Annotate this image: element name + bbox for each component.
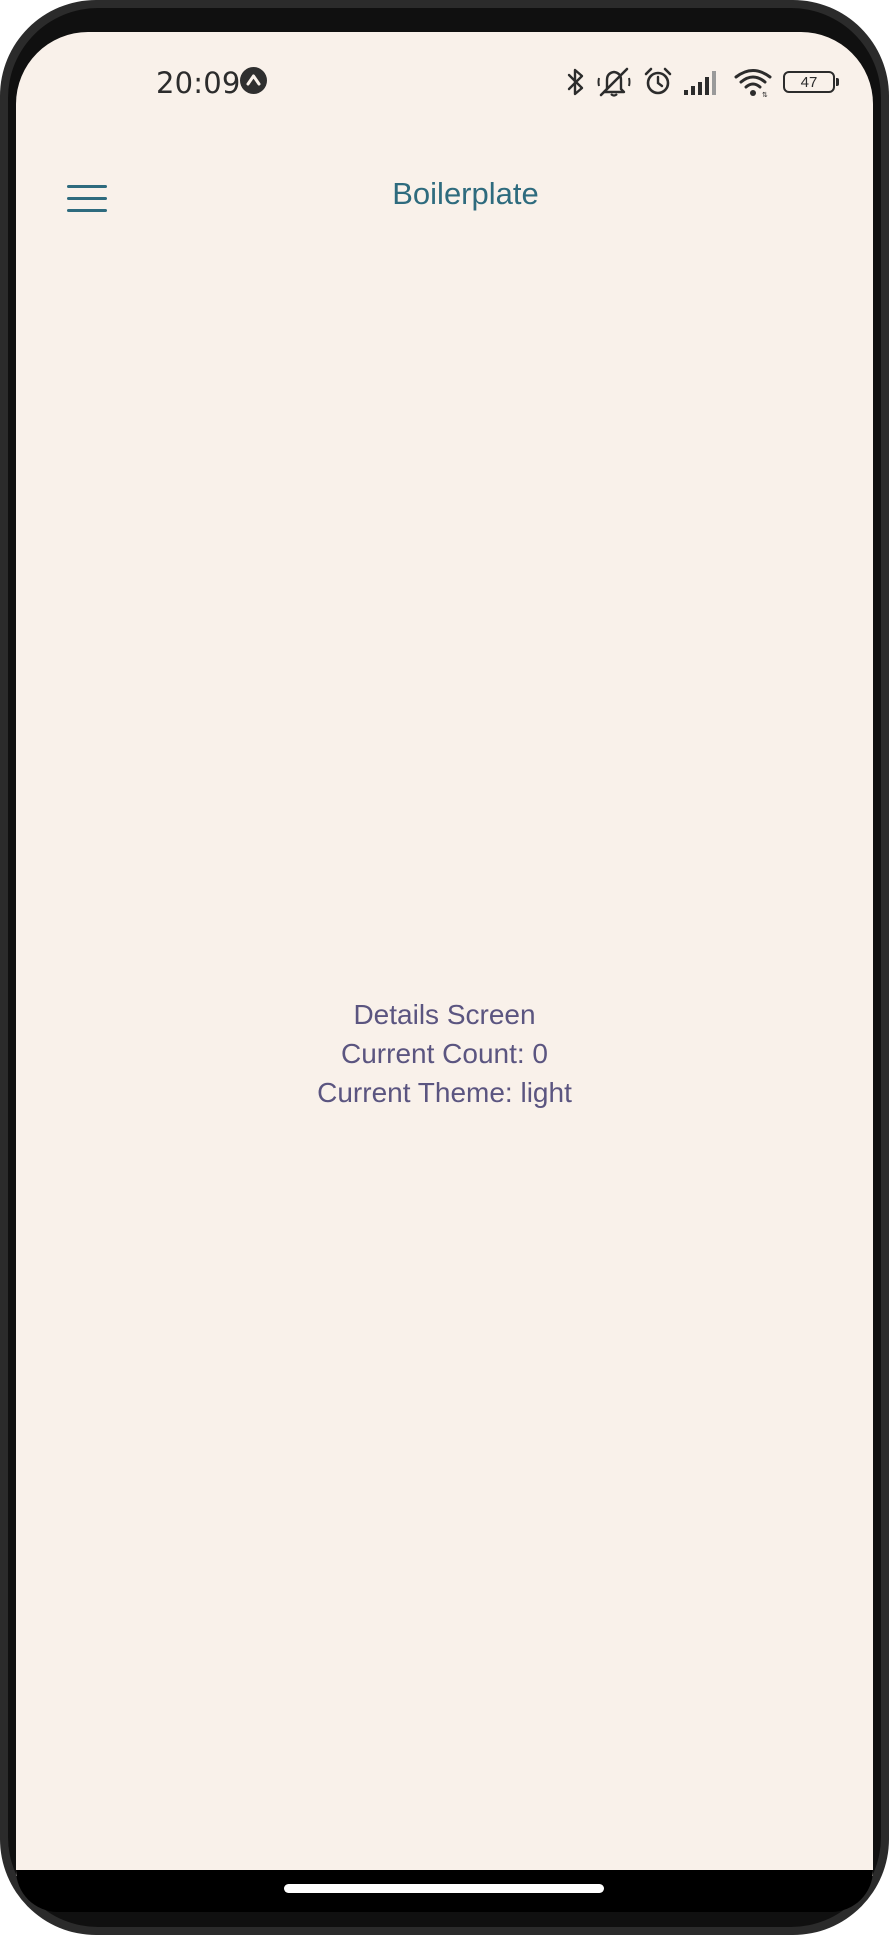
- details-heading: Details Screen: [353, 999, 536, 1030]
- alarm-icon: [643, 66, 673, 98]
- page-title: Boilerplate: [392, 176, 539, 211]
- wifi-icon: ⇅: [733, 66, 773, 98]
- svg-text:⇅: ⇅: [762, 91, 768, 98]
- mute-icon: [597, 66, 633, 98]
- app-notification-icon: [240, 67, 267, 94]
- status-time: 20:09: [156, 66, 241, 100]
- current-count-text: Current Count: 0: [341, 1038, 548, 1069]
- status-icons: ⇅ 47: [565, 62, 839, 102]
- status-bar: 20:09 ⇅ 47: [16, 32, 873, 122]
- battery-level: 47: [783, 71, 839, 93]
- app-screen: 20:09 ⇅ 47 Boilerplate Details Screen Cu…: [16, 32, 873, 1876]
- bluetooth-icon: [565, 66, 587, 98]
- battery-icon: 47: [783, 71, 839, 93]
- home-indicator[interactable]: [284, 1884, 604, 1893]
- current-theme-text: Current Theme: light: [317, 1077, 572, 1108]
- cellular-signal-icon: [683, 66, 723, 98]
- app-header: Boilerplate: [16, 142, 873, 250]
- system-navigation-bar: [16, 1870, 873, 1912]
- details-content: Details Screen Current Count: 0 Current …: [16, 995, 873, 1112]
